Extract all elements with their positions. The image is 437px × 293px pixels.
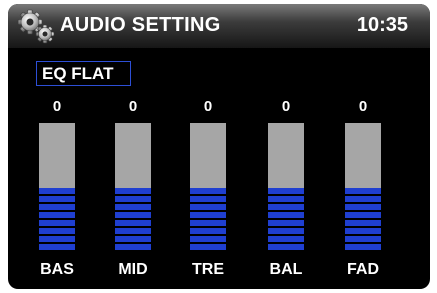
level-bar[interactable] (190, 123, 226, 252)
channel-label: BAL (269, 261, 303, 278)
channel-mid[interactable]: 0 MID (103, 4, 163, 289)
channel-value: 0 (281, 98, 291, 115)
channel-label: TRE (192, 261, 224, 278)
level-bar[interactable] (345, 123, 381, 252)
channel-value: 0 (52, 98, 62, 115)
level-fill (39, 187, 75, 252)
level-fill (268, 187, 304, 252)
channel-treble[interactable]: 0 TRE (178, 4, 238, 289)
level-bar[interactable] (268, 123, 304, 252)
channel-value: 0 (358, 98, 368, 115)
channel-value: 0 (128, 98, 138, 115)
level-fill (115, 187, 151, 252)
level-bar[interactable] (39, 123, 75, 252)
channel-bass[interactable]: 0 BAS (27, 4, 87, 289)
channel-value: 0 (203, 98, 213, 115)
channel-label: FAD (347, 261, 379, 278)
level-fill (190, 187, 226, 252)
channel-label: MID (118, 261, 148, 278)
audio-setting-screen: AUDIO SETTING 10:35 EQ FLAT 0 BAS 0 MID … (8, 4, 430, 289)
channel-fader[interactable]: 0 FAD (333, 4, 393, 289)
level-fill (345, 187, 381, 252)
channel-balance[interactable]: 0 BAL (256, 4, 316, 289)
level-bar[interactable] (115, 123, 151, 252)
channel-sliders: 0 BAS 0 MID 0 TRE 0 BAL 0 FAD (8, 4, 430, 289)
channel-label: BAS (40, 261, 74, 278)
